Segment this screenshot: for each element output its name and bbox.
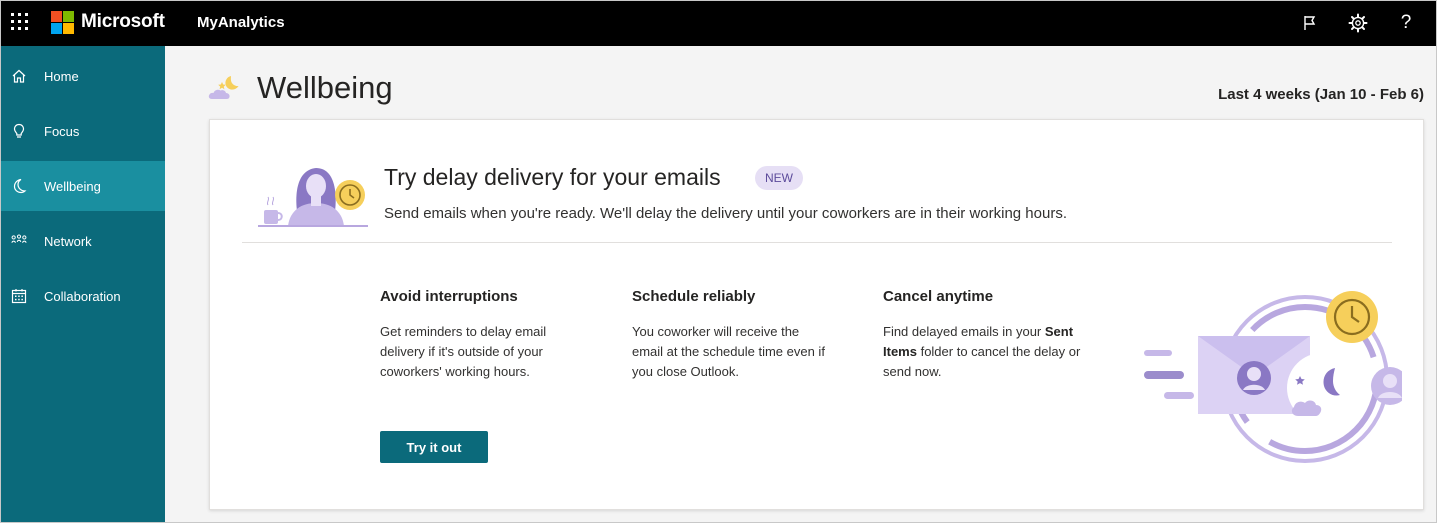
waffle-icon[interactable]: [11, 13, 28, 30]
feature-body: Get reminders to delay email delivery if…: [380, 324, 547, 379]
sidebar-item-focus[interactable]: Focus: [1, 106, 165, 156]
lightbulb-icon: [11, 123, 27, 139]
sidebar-item-label: Focus: [44, 123, 80, 139]
feature-heading: Cancel anytime: [883, 288, 994, 305]
gear-icon[interactable]: [1346, 11, 1370, 35]
woman-with-clock-illustration-icon: [258, 158, 370, 230]
feature-body: You coworker will receive the email at t…: [632, 324, 825, 379]
flag-icon[interactable]: [1298, 11, 1322, 35]
divider: [242, 242, 1392, 243]
sidebar-item-label: Wellbeing: [44, 178, 101, 194]
feature-cancel-anytime: Cancel anytime Find delayed emails in yo…: [883, 288, 1105, 382]
date-range-label: Last 4 weeks (Jan 10 - Feb 6): [1218, 86, 1424, 103]
network-icon: [11, 233, 27, 249]
feature-schedule-reliably: Schedule reliably You coworker will rece…: [632, 288, 832, 382]
sidebar: Home Focus Wellbeing Network Collaborati…: [1, 46, 165, 522]
app-title[interactable]: MyAnalytics: [197, 14, 285, 31]
sidebar-item-wellbeing[interactable]: Wellbeing: [1, 161, 165, 211]
new-badge: NEW: [755, 166, 803, 190]
card-subtitle: Send emails when you're ready. We'll del…: [384, 205, 1067, 222]
microsoft-logo-icon[interactable]: [51, 11, 74, 34]
delay-delivery-card: Try delay delivery for your emails NEW S…: [209, 119, 1424, 510]
sidebar-item-label: Network: [44, 233, 92, 249]
sidebar-item-label: Home: [44, 68, 79, 84]
sidebar-item-home[interactable]: Home: [1, 51, 165, 101]
feature-heading: Avoid interruptions: [380, 288, 518, 305]
home-icon: [11, 68, 27, 84]
top-bar: Microsoft MyAnalytics ?: [0, 0, 1437, 46]
moon-icon: [11, 178, 27, 194]
try-it-out-button[interactable]: Try it out: [380, 431, 488, 463]
envelope-clock-illustration-icon: [1140, 280, 1409, 470]
feature-avoid-interruptions: Avoid interruptions Get reminders to del…: [380, 288, 580, 382]
page-title: Wellbeing: [257, 70, 393, 105]
help-icon[interactable]: ?: [1394, 11, 1418, 35]
brand-name[interactable]: Microsoft: [81, 11, 165, 33]
sidebar-item-network[interactable]: Network: [1, 216, 165, 266]
wellbeing-moon-cloud-icon: [207, 73, 241, 101]
sidebar-item-label: Collaboration: [44, 288, 121, 304]
feature-body: Find delayed emails in your Sent Items f…: [883, 324, 1081, 379]
sidebar-item-collaboration[interactable]: Collaboration: [1, 271, 165, 321]
feature-heading: Schedule reliably: [632, 288, 756, 305]
card-title: Try delay delivery for your emails: [384, 164, 721, 190]
calendar-icon: [11, 288, 27, 304]
